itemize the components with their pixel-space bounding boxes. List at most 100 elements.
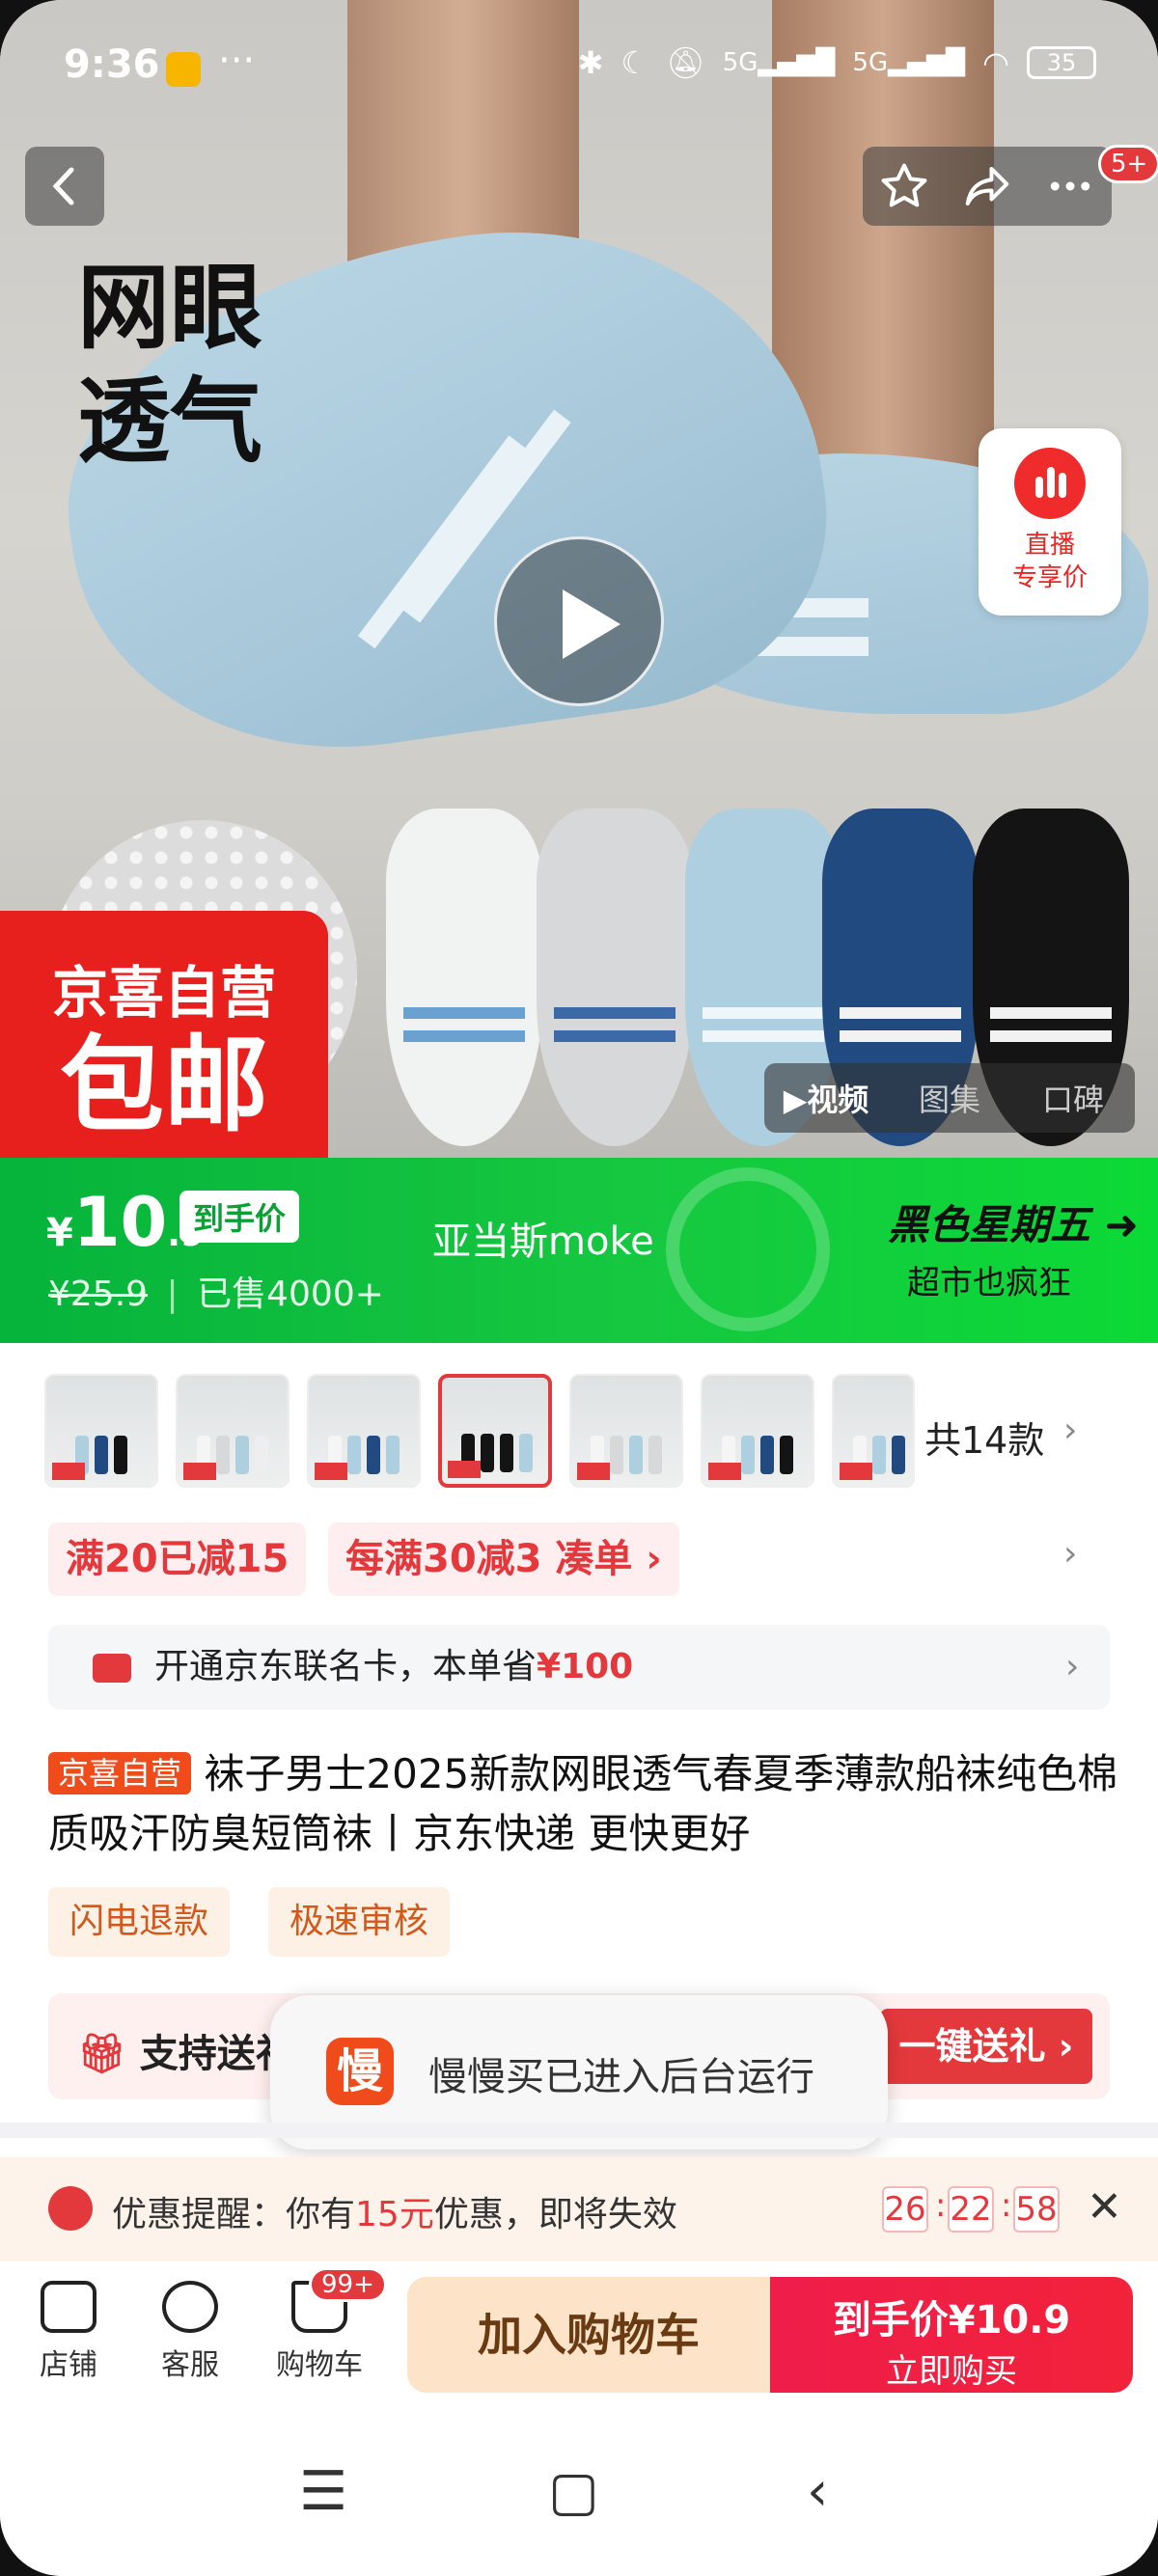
- variant-thumbnail[interactable]: [569, 1374, 683, 1488]
- customer-service-button[interactable]: 客服: [137, 2281, 243, 2383]
- hero-title-line: 网眼: [77, 254, 262, 362]
- coupon-tag[interactable]: 每满30减3 凑单 ›: [328, 1522, 679, 1596]
- discount-reminder: 优惠提醒：你有15元优惠，即将失效 26 : 22 : 58 ✕: [0, 2157, 1158, 2261]
- card-icon: [93, 1654, 131, 1683]
- product-title: 京喜自营 袜子男士2025新款网眼透气春夏季薄款船袜纯色棉质吸汗防臭短筒袜丨京东…: [48, 1744, 1119, 1864]
- buy-now-button[interactable]: 到手价¥10.9 立即购买: [770, 2277, 1133, 2393]
- event-subtitle: 超市也疯狂: [907, 1264, 1071, 1302]
- variant-thumbnail[interactable]: [832, 1374, 915, 1488]
- more-notifications-icon: ···: [218, 39, 256, 83]
- back-button[interactable]: [25, 147, 104, 226]
- separator: |: [166, 1274, 179, 1314]
- add-to-cart-button[interactable]: 加入购物车: [407, 2277, 770, 2393]
- card-offer-text: 开通京东联名卡，本单省¥100: [154, 1625, 633, 1710]
- product-title-text: 袜子男士2025新款网眼透气春夏季薄款船袜纯色棉质吸汗防臭短筒袜丨京东快递 更快…: [48, 1750, 1118, 1857]
- product-hero-image[interactable]: 网眼 透气 9:36 ··· ✱ ☾ 🔕︎ 5G▂▄▆█ 5G▂▄▆█ ◠ 35: [0, 0, 1158, 1158]
- free-shipping-badge: 京喜自营 包邮: [0, 911, 328, 1158]
- section-divider: [0, 2123, 1158, 2138]
- tab-gallery[interactable]: 图集: [888, 1076, 1011, 1120]
- back-arrow-icon[interactable]: ‹: [807, 2460, 828, 2523]
- status-bar: 9:36 ··· ✱ ☾ 🔕︎ 5G▂▄▆█ 5G▂▄▆█ ◠ 35: [0, 0, 1158, 135]
- clock-icon: [48, 2186, 93, 2231]
- hero-title-line: 透气: [77, 368, 262, 476]
- coupon-tag[interactable]: 满20已减15: [48, 1522, 307, 1596]
- favorite-star-icon[interactable]: [878, 160, 930, 212]
- card-offer-amount: ¥100: [537, 1647, 634, 1686]
- variant-thumbnails: [44, 1374, 915, 1488]
- chevron-right-icon: ›: [1065, 1647, 1080, 1686]
- self-operated-tag: 京喜自营: [48, 1752, 192, 1795]
- share-icon[interactable]: [961, 160, 1013, 212]
- card-offer-label: 开通京东联名卡，本单省: [154, 1647, 538, 1686]
- original-price: ¥25.9: [48, 1274, 149, 1314]
- send-gift-button[interactable]: 一键送礼 ›: [880, 2009, 1092, 2084]
- signal-icon: 5G▂▄▆█: [722, 48, 836, 77]
- variant-thumbnail[interactable]: [307, 1374, 421, 1488]
- shop-icon: [41, 2281, 96, 2333]
- hero-title: 网眼 透气: [77, 251, 262, 479]
- service-tag: 闪电退款: [48, 1887, 231, 1957]
- reminder-prefix: 优惠提醒：你有: [112, 2195, 356, 2234]
- gift-label: 🎁︎ 支持送礼: [77, 2022, 294, 2078]
- tab-reviews[interactable]: 口碑: [1011, 1076, 1135, 1120]
- variant-thumbnail[interactable]: [44, 1374, 158, 1488]
- chevron-right-icon[interactable]: ›: [1063, 1534, 1077, 1574]
- play-video-button[interactable]: [494, 536, 664, 706]
- tab-video[interactable]: ▶视频: [764, 1076, 888, 1120]
- event-title[interactable]: 黑色星期五 ➜: [888, 1192, 1139, 1251]
- variant-thumbnail[interactable]: [701, 1374, 814, 1488]
- cobrand-card-offer[interactable]: 开通京东联名卡，本单省¥100 ›: [48, 1625, 1110, 1710]
- countdown-minutes: 22: [948, 2186, 994, 2233]
- promo-line: 京喜自营: [51, 960, 276, 1026]
- sold-count: 已售4000+: [197, 1274, 384, 1314]
- buy-label: 立即购买: [886, 2352, 1017, 2391]
- variant-thumbnail-selected[interactable]: [438, 1374, 552, 1488]
- message-badge: 5+: [1098, 145, 1158, 183]
- promo-line: 包邮: [59, 1026, 268, 1146]
- cart-watermark-graphic: [666, 1167, 830, 1331]
- chevron-right-icon[interactable]: ›: [1063, 1411, 1077, 1450]
- wifi-icon: ◠: [982, 44, 1009, 81]
- mute-icon: 🔕︎: [666, 44, 705, 81]
- app-icon: 慢: [326, 2038, 394, 2105]
- phone-screen: 网眼 透气 9:36 ··· ✱ ☾ 🔕︎ 5G▂▄▆█ 5G▂▄▆█ ◠ 35: [0, 0, 1158, 2576]
- event-title-text: 黑色星期五: [888, 1201, 1091, 1248]
- gift-icon: 🎁︎: [77, 2032, 126, 2076]
- live-price-card[interactable]: 直播 专享价: [979, 428, 1121, 616]
- cart-count-badge: 99+: [309, 2267, 387, 2302]
- close-icon[interactable]: ✕: [1087, 2182, 1122, 2232]
- countdown-hours: 26: [882, 2186, 928, 2233]
- cart-label: 购物车: [276, 2348, 363, 2382]
- countdown-colon: :: [1001, 2186, 1012, 2225]
- chevron-circle-icon: ➜: [1090, 1201, 1139, 1248]
- service-tag: 极速审核: [268, 1887, 451, 1957]
- media-tabs: ▶视频 图集 口碑: [764, 1063, 1135, 1133]
- chat-smiley-icon: [162, 2281, 218, 2333]
- live-label: 直播: [1024, 531, 1075, 560]
- shop-button[interactable]: 店铺: [15, 2281, 122, 2383]
- toast-text: 慢慢买已进入后台运行: [428, 2055, 814, 2099]
- home-square-icon[interactable]: ▢: [548, 2460, 599, 2523]
- chevron-left-icon: [52, 167, 74, 206]
- variant-thumbnail[interactable]: [176, 1374, 290, 1488]
- sock-gray-graphic: [537, 808, 693, 1146]
- reminder-text: 优惠提醒：你有15元优惠，即将失效: [112, 2186, 677, 2236]
- original-price-row: ¥25.9 | 已售4000+: [48, 1266, 384, 1316]
- moon-icon: ☾: [620, 44, 649, 81]
- menu-icon[interactable]: ☰: [299, 2460, 347, 2523]
- status-icons: ✱ ☾ 🔕︎ 5G▂▄▆█ 5G▂▄▆█ ◠ 35: [578, 44, 1096, 81]
- variant-count[interactable]: 共14款: [924, 1411, 1044, 1464]
- signal-icon: 5G▂▄▆█: [852, 48, 966, 77]
- status-time: 9:36: [64, 42, 160, 87]
- reminder-amount: 15元: [355, 2195, 434, 2234]
- price-integer: 10: [72, 1183, 168, 1262]
- live-icon: [1014, 448, 1086, 519]
- shop-label: 店铺: [40, 2348, 97, 2382]
- price-banner: ¥10.9 到手价 ¥25.9 | 已售4000+ 亚当斯moke 黑色星期五 …: [0, 1158, 1158, 1343]
- countdown-colon: :: [935, 2186, 947, 2225]
- bluetooth-icon: ✱: [577, 44, 604, 81]
- reminder-suffix: 优惠，即将失效: [433, 2195, 677, 2234]
- sock-white-graphic: [386, 808, 542, 1146]
- more-options-icon[interactable]: [1044, 160, 1096, 212]
- notification-app-icon: [166, 52, 201, 87]
